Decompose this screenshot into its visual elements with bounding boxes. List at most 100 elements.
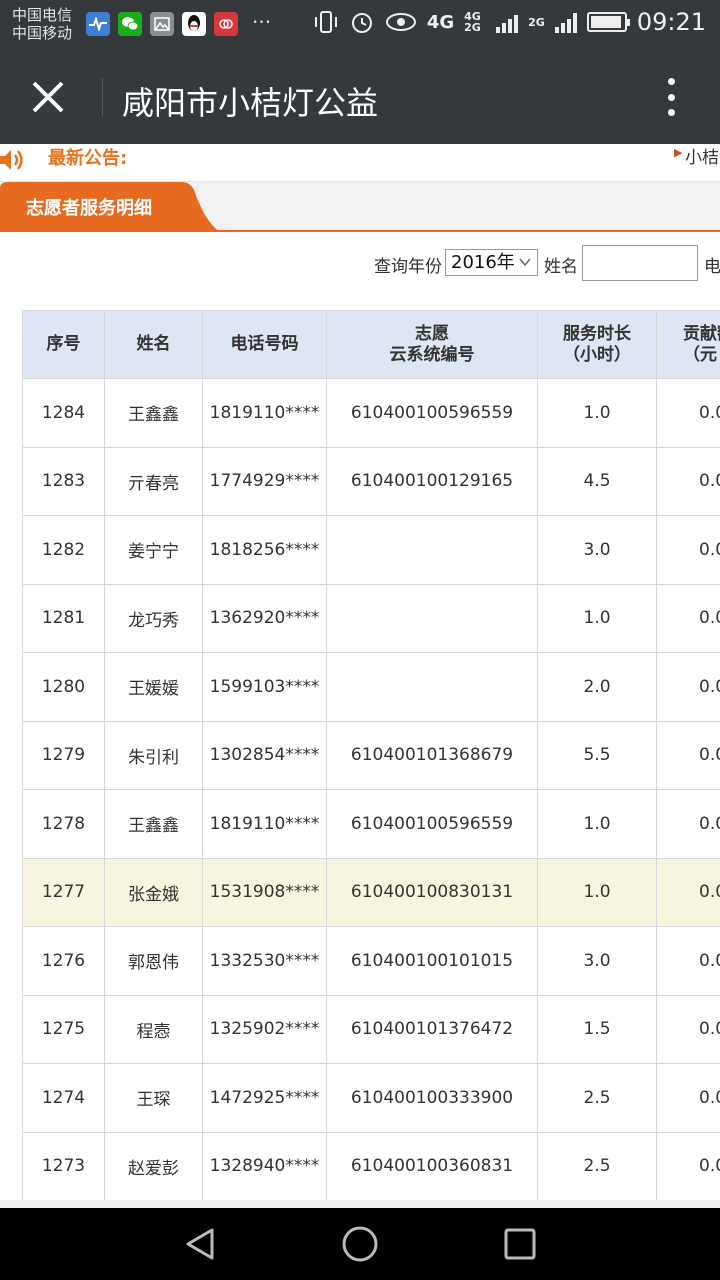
announcement-label: 最新公告:	[48, 148, 128, 169]
cell-name: 王鑫鑫	[104, 378, 203, 448]
page-bottom	[0, 1200, 720, 1208]
app-bar: 咸阳市小桔灯公益	[0, 48, 720, 144]
cell-name: 王琛	[104, 1063, 203, 1133]
table-row[interactable]: 1279朱引利1302854****6104001013686795.50.0	[22, 720, 720, 790]
home-circle-icon	[342, 1226, 378, 1262]
service-table-container[interactable]: 序号 姓名 电话号码 志愿云系统编号 服务时长（小时） 贡献额（元 1284王鑫…	[22, 310, 720, 1202]
cell-name: 张金娥	[104, 857, 203, 927]
carrier-info: 中国电信 中国移动	[12, 6, 72, 42]
signal-icon-2	[554, 11, 577, 33]
cell-phone: 1819110****	[202, 378, 327, 448]
cell-phone: 1472925****	[202, 1063, 327, 1133]
cell-contribution: 0.0	[656, 994, 720, 1064]
table-row[interactable]: 1276郭恩伟1332530****6104001001010153.00.0	[22, 926, 720, 996]
table-row[interactable]: 1273赵爱彭1328940****6104001003608312.50.0	[22, 1131, 720, 1201]
recents-button[interactable]	[500, 1224, 540, 1264]
more-notifications-icon: ···	[252, 10, 272, 34]
table-row[interactable]: 1274王琛1472925****6104001003339002.50.0	[22, 1063, 720, 1133]
table-row[interactable]: 1280王媛媛1599103**** 2.00.0	[22, 652, 720, 722]
table-header-row: 序号 姓名 电话号码 志愿云系统编号 服务时长（小时） 贡献额（元	[22, 310, 720, 379]
more-menu-button[interactable]	[656, 74, 686, 120]
table-row[interactable]: 1277张金娥1531908****6104001008301311.00.0	[22, 857, 720, 927]
cell-hours: 2.5	[537, 1063, 657, 1133]
cell-name: 郭恩伟	[104, 926, 203, 996]
year-select[interactable]: 2016年	[445, 249, 538, 276]
header-no: 序号	[22, 310, 105, 379]
cell-cloud-id: 610400100596559	[326, 378, 538, 448]
cell-phone: 1819110****	[202, 789, 327, 859]
cell-name: 亓春亮	[104, 446, 203, 516]
speaker-icon	[0, 150, 23, 170]
bullet-icon: ▶	[674, 146, 683, 159]
navigation-bar	[0, 1208, 720, 1280]
network-type-2: 4G 2G	[464, 10, 481, 34]
cell-name: 赵爱彭	[104, 1131, 203, 1201]
back-button[interactable]	[180, 1224, 220, 1264]
cell-name: 姜宁宁	[104, 515, 203, 585]
table-row[interactable]: 1281龙巧秀1362920**** 1.00.0	[22, 583, 720, 653]
qq-icon	[182, 12, 206, 36]
home-button[interactable]	[340, 1224, 380, 1264]
cell-contribution: 0.0	[656, 720, 720, 790]
cell-phone: 1302854****	[202, 720, 327, 790]
close-button[interactable]	[22, 72, 74, 122]
table-row[interactable]: 1278王鑫鑫1819110****6104001005965591.00.0	[22, 789, 720, 859]
wechat-icon	[118, 12, 142, 36]
cell-hours: 3.0	[537, 926, 657, 996]
table-row[interactable]: 1282姜宁宁1818256**** 3.00.0	[22, 515, 720, 585]
cell-no: 1282	[22, 515, 105, 585]
cell-cloud-id: 610400100129165	[326, 446, 538, 516]
cell-name: 朱引利	[104, 720, 203, 790]
cell-phone: 1332530****	[202, 926, 327, 996]
eye-icon	[385, 13, 416, 31]
cell-contribution: 0.0	[656, 1063, 720, 1133]
table-row[interactable]: 1275程悫1325902****6104001013764721.50.0	[22, 994, 720, 1064]
cell-contribution: 0.0	[656, 789, 720, 859]
cell-hours: 5.5	[537, 720, 657, 790]
cell-cloud-id	[326, 515, 538, 585]
cell-no: 1280	[22, 652, 105, 722]
cell-hours: 1.5	[537, 994, 657, 1064]
header-contribution: 贡献额（元	[656, 310, 720, 379]
network-type: 4G	[426, 11, 455, 33]
cell-contribution: 0.0	[656, 446, 720, 516]
cell-phone: 1818256****	[202, 515, 327, 585]
name-input[interactable]	[582, 245, 698, 281]
alarm-icon	[351, 13, 372, 33]
cell-hours: 1.0	[537, 857, 657, 927]
status-bar: 中国电信 中国移动 ··· 4G 4G 2G 2G 09:21	[0, 0, 720, 48]
table-row[interactable]: 1284王鑫鑫1819110****6104001005965591.00.0	[22, 378, 720, 448]
header-phone: 电话号码	[202, 310, 327, 379]
cell-phone: 1328940****	[202, 1131, 327, 1201]
cell-hours: 3.0	[537, 515, 657, 585]
section-header: 志愿者服务明细	[0, 182, 720, 232]
system-status: 4G 4G 2G 2G 09:21	[313, 8, 706, 36]
cell-cloud-id: 610400100333900	[326, 1063, 538, 1133]
notification-icons: ···	[86, 12, 271, 36]
cell-no: 1284	[22, 378, 105, 448]
cell-no: 1277	[22, 857, 105, 927]
cell-name: 王媛媛	[104, 652, 203, 722]
carrier-2: 中国移动	[12, 24, 73, 42]
announcement-text[interactable]: 小桔灯	[685, 143, 720, 168]
cell-phone: 1774929****	[202, 446, 327, 516]
clock: 09:21	[636, 8, 706, 36]
cell-hours: 4.5	[537, 446, 657, 516]
year-label: 查询年份	[374, 257, 442, 277]
cell-cloud-id: 610400101376472	[326, 994, 538, 1064]
signal-icon	[496, 11, 519, 33]
cell-cloud-id: 610400100596559	[326, 789, 538, 859]
network-type-3: 2G	[528, 15, 545, 29]
battery-icon	[586, 12, 630, 32]
app-icon	[214, 12, 238, 36]
cell-hours: 1.0	[537, 378, 657, 448]
cell-cloud-id	[326, 583, 538, 653]
cell-contribution: 0.0	[656, 926, 720, 996]
table-row[interactable]: 1283亓春亮1774929****6104001001291654.50.0	[22, 446, 720, 516]
cell-no: 1278	[22, 789, 105, 859]
cell-no: 1273	[22, 1131, 105, 1201]
gallery-icon	[150, 12, 174, 36]
announcement-bar: 最新公告: ▶ 小桔灯	[0, 144, 720, 182]
service-table: 序号 姓名 电话号码 志愿云系统编号 服务时长（小时） 贡献额（元 1284王鑫…	[22, 310, 720, 1201]
carrier-1: 中国电信	[12, 6, 73, 24]
